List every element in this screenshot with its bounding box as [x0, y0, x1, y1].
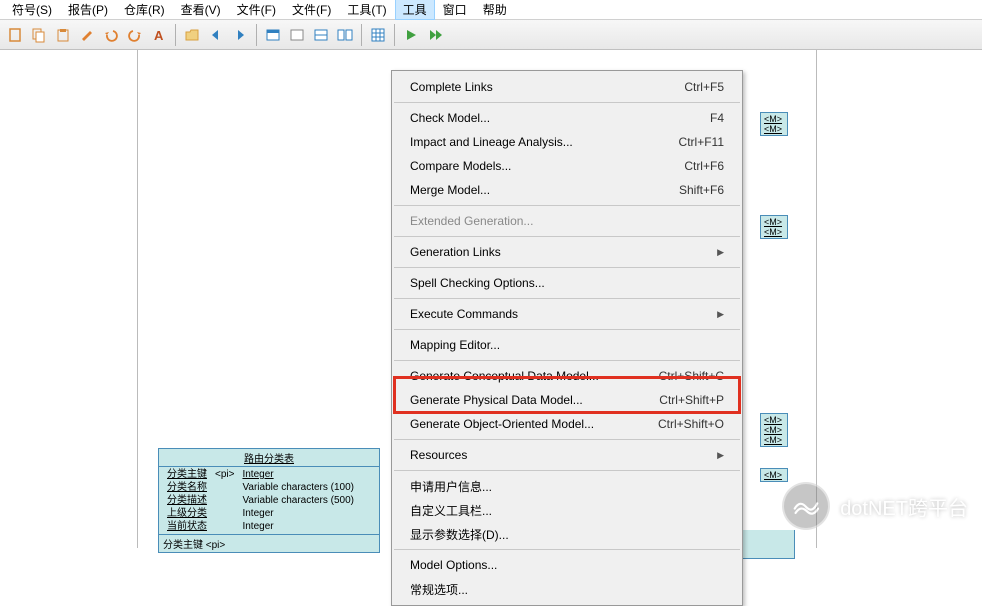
- menu-compare-models[interactable]: Compare Models...Ctrl+F6: [392, 154, 742, 178]
- watermark: dotNET跨平台: [782, 482, 968, 530]
- watermark-icon: [782, 482, 830, 530]
- table-row: 上级分类Integer: [163, 507, 358, 520]
- menu-execute-commands[interactable]: Execute Commands: [392, 302, 742, 326]
- table-row: 当前状态Integer: [163, 520, 358, 533]
- menu-mapping-editor[interactable]: Mapping Editor...: [392, 333, 742, 357]
- svg-text:A: A: [154, 28, 164, 43]
- tb-play2[interactable]: [424, 24, 446, 46]
- canvas: <M><M> <M><M> <M><M><M> <M> 路由分类表 分类主键<p…: [0, 50, 982, 548]
- erd-body: 分类主键<pi>Integer 分类名称Variable characters …: [159, 467, 379, 534]
- tb-form3[interactable]: [310, 24, 332, 46]
- tb-sep4: [394, 24, 395, 46]
- tb-undo[interactable]: [100, 24, 122, 46]
- tb-form4[interactable]: [334, 24, 356, 46]
- menu-sep: [394, 470, 740, 471]
- menu-help[interactable]: 帮助: [475, 0, 515, 20]
- erd-fragment-1[interactable]: <M><M>: [760, 112, 788, 136]
- erd-fragment-2[interactable]: <M><M>: [760, 215, 788, 239]
- tb-grid[interactable]: [367, 24, 389, 46]
- tb-sep1: [175, 24, 176, 46]
- menu-sep: [394, 267, 740, 268]
- menu-sep: [394, 329, 740, 330]
- table-row: 分类名称Variable characters (100): [163, 481, 358, 494]
- watermark-text: dotNET跨平台: [840, 492, 968, 521]
- menu-apply-userinfo[interactable]: 申请用户信息...: [392, 474, 742, 498]
- tb-back[interactable]: [205, 24, 227, 46]
- menu-display-params[interactable]: 显示参数选择(D)...: [392, 522, 742, 546]
- tb-forward[interactable]: [229, 24, 251, 46]
- menu-tools1[interactable]: 工具(T): [339, 0, 394, 20]
- erd-entity-route-category[interactable]: 路由分类表 分类主键<pi>Integer 分类名称Variable chara…: [158, 448, 380, 553]
- tb-form1[interactable]: [262, 24, 284, 46]
- menu-sep: [394, 549, 740, 550]
- menu-sep: [394, 236, 740, 237]
- erd-footer: 分类主键 <pi>: [159, 534, 379, 552]
- tb-sep2: [256, 24, 257, 46]
- tb-form2[interactable]: [286, 24, 308, 46]
- tb-sep3: [361, 24, 362, 46]
- menu-sep: [394, 102, 740, 103]
- menu-model-options[interactable]: Model Options...: [392, 553, 742, 577]
- menu-impact-analysis[interactable]: Impact and Lineage Analysis...Ctrl+F11: [392, 130, 742, 154]
- erd-fragment-3[interactable]: <M><M><M>: [760, 413, 788, 447]
- ruler-line-2: [816, 50, 817, 548]
- menu-tools2[interactable]: 工具: [395, 0, 435, 20]
- menu-repository[interactable]: 仓库(R): [116, 0, 173, 20]
- menu-file1[interactable]: 文件(F): [229, 0, 284, 20]
- tb-copy[interactable]: [28, 24, 50, 46]
- tb-edit[interactable]: [76, 24, 98, 46]
- table-row: 分类主键<pi>Integer: [163, 468, 358, 481]
- menu-resources[interactable]: Resources: [392, 443, 742, 467]
- menu-report[interactable]: 报告(P): [60, 0, 116, 20]
- menu-file2[interactable]: 文件(F): [284, 0, 339, 20]
- menu-general-options[interactable]: 常规选项...: [392, 577, 742, 601]
- erd-fragment-4[interactable]: <M>: [760, 468, 788, 482]
- menu-check-model[interactable]: Check Model...F4: [392, 106, 742, 130]
- menu-generation-links[interactable]: Generation Links: [392, 240, 742, 264]
- menu-sep: [394, 298, 740, 299]
- menu-merge-model[interactable]: Merge Model...Shift+F6: [392, 178, 742, 202]
- menu-extended-generation: Extended Generation...: [392, 209, 742, 233]
- menu-symbols[interactable]: 符号(S): [4, 0, 60, 20]
- table-row: 分类描述Variable characters (500): [163, 494, 358, 507]
- tb-text[interactable]: A: [148, 24, 170, 46]
- tb-redo[interactable]: [124, 24, 146, 46]
- tb-paste[interactable]: [52, 24, 74, 46]
- menu-gen-oo[interactable]: Generate Object-Oriented Model...Ctrl+Sh…: [392, 412, 742, 436]
- toolbar: A: [0, 20, 982, 50]
- tb-new[interactable]: [4, 24, 26, 46]
- tb-folder[interactable]: [181, 24, 203, 46]
- menu-customize-toolbar[interactable]: 自定义工具栏...: [392, 498, 742, 522]
- menu-sep: [394, 360, 740, 361]
- erd-title: 路由分类表: [159, 449, 379, 467]
- menu-spell-checking[interactable]: Spell Checking Options...: [392, 271, 742, 295]
- menubar: 符号(S) 报告(P) 仓库(R) 查看(V) 文件(F) 文件(F) 工具(T…: [0, 0, 982, 20]
- tb-play[interactable]: [400, 24, 422, 46]
- tools-dropdown: Complete LinksCtrl+F5 Check Model...F4 I…: [391, 70, 743, 606]
- menu-complete-links[interactable]: Complete LinksCtrl+F5: [392, 75, 742, 99]
- menu-sep: [394, 439, 740, 440]
- menu-window[interactable]: 窗口: [435, 0, 475, 20]
- menu-view[interactable]: 查看(V): [173, 0, 229, 20]
- ruler-line-1: [137, 50, 138, 548]
- menu-gen-physical[interactable]: Generate Physical Data Model...Ctrl+Shif…: [392, 388, 742, 412]
- menu-sep: [394, 205, 740, 206]
- menu-gen-conceptual[interactable]: Generate Conceptual Data Model...Ctrl+Sh…: [392, 364, 742, 388]
